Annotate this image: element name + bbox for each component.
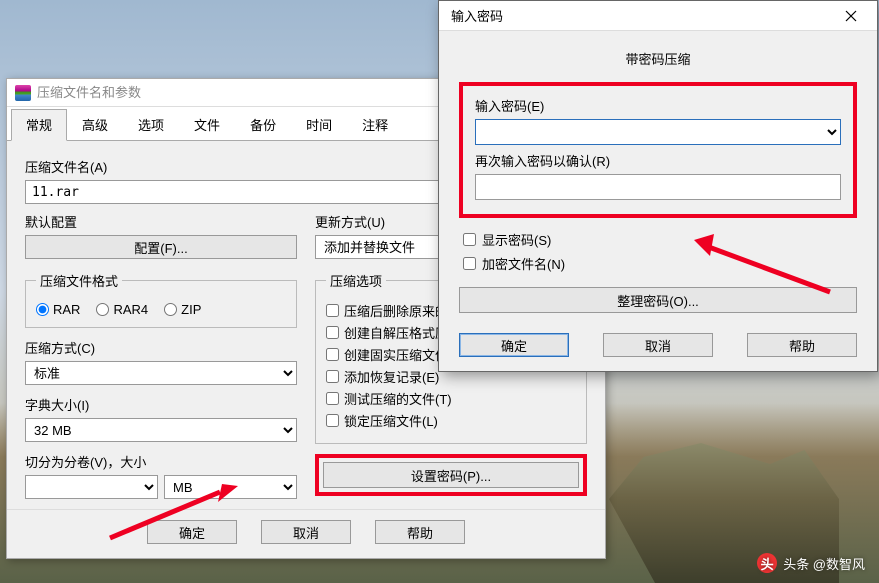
opt-lock[interactable]: 锁定压缩文件(L) [326, 411, 576, 430]
format-rar4[interactable]: RAR4 [96, 302, 148, 317]
tab-backup[interactable]: 备份 [235, 109, 291, 140]
cancel-button[interactable]: 取消 [261, 520, 351, 544]
tab-general[interactable]: 常规 [11, 109, 67, 141]
compression-method-select[interactable]: 标准 [25, 361, 297, 385]
tab-options[interactable]: 选项 [123, 109, 179, 140]
format-rar[interactable]: RAR [36, 302, 80, 317]
close-icon [845, 10, 857, 22]
confirm-password-input[interactable] [475, 174, 841, 200]
ok-button[interactable]: 确定 [147, 520, 237, 544]
default-profile-label: 默认配置 [25, 212, 297, 231]
watermark-text: 头条 @数智风 [783, 554, 865, 573]
show-password-checkbox[interactable]: 显示密码(S) [463, 230, 857, 249]
password-dialog-title: 输入密码 [451, 6, 503, 25]
winrar-icon [15, 85, 31, 101]
enter-password-label: 输入密码(E) [475, 96, 841, 115]
tab-comment[interactable]: 注释 [347, 109, 403, 140]
profiles-button[interactable]: 配置(F)... [25, 235, 297, 259]
opt-test[interactable]: 测试压缩的文件(T) [326, 389, 576, 408]
pwd-help-button[interactable]: 帮助 [747, 333, 857, 357]
set-password-button[interactable]: 设置密码(P)... [323, 462, 579, 488]
encrypt-names-checkbox[interactable]: 加密文件名(N) [463, 254, 857, 273]
set-password-highlight: 设置密码(P)... [315, 454, 587, 496]
method-label: 压缩方式(C) [25, 338, 297, 357]
tab-files[interactable]: 文件 [179, 109, 235, 140]
organize-passwords-button[interactable]: 整理密码(O)... [459, 287, 857, 313]
split-unit-select[interactable]: MB [164, 475, 297, 499]
password-dialog: 输入密码 带密码压缩 输入密码(E) 再次输入密码以确认(R) 显示密码(S) … [438, 0, 878, 372]
split-size-select[interactable] [25, 475, 158, 499]
options-legend: 压缩选项 [326, 271, 386, 290]
password-heading: 带密码压缩 [459, 49, 857, 68]
pwd-ok-button[interactable]: 确定 [459, 333, 569, 357]
password-fields-highlight: 输入密码(E) 再次输入密码以确认(R) [459, 82, 857, 218]
watermark-logo-icon: 头 [757, 553, 777, 573]
format-legend: 压缩文件格式 [36, 271, 122, 290]
confirm-password-label: 再次输入密码以确认(R) [475, 151, 841, 170]
dict-size-select[interactable]: 32 MB [25, 418, 297, 442]
help-button[interactable]: 帮助 [375, 520, 465, 544]
tab-advanced[interactable]: 高级 [67, 109, 123, 140]
dialog-title: 压缩文件名和参数 [37, 79, 141, 107]
close-button[interactable] [833, 4, 869, 28]
password-dialog-titlebar: 输入密码 [439, 1, 877, 31]
split-label: 切分为分卷(V)，大小 [25, 452, 297, 471]
enter-password-input[interactable] [475, 119, 841, 145]
tab-time[interactable]: 时间 [291, 109, 347, 140]
format-zip[interactable]: ZIP [164, 302, 201, 317]
dict-label: 字典大小(I) [25, 395, 297, 414]
watermark: 头 头条 @数智风 [757, 553, 865, 573]
pwd-cancel-button[interactable]: 取消 [603, 333, 713, 357]
